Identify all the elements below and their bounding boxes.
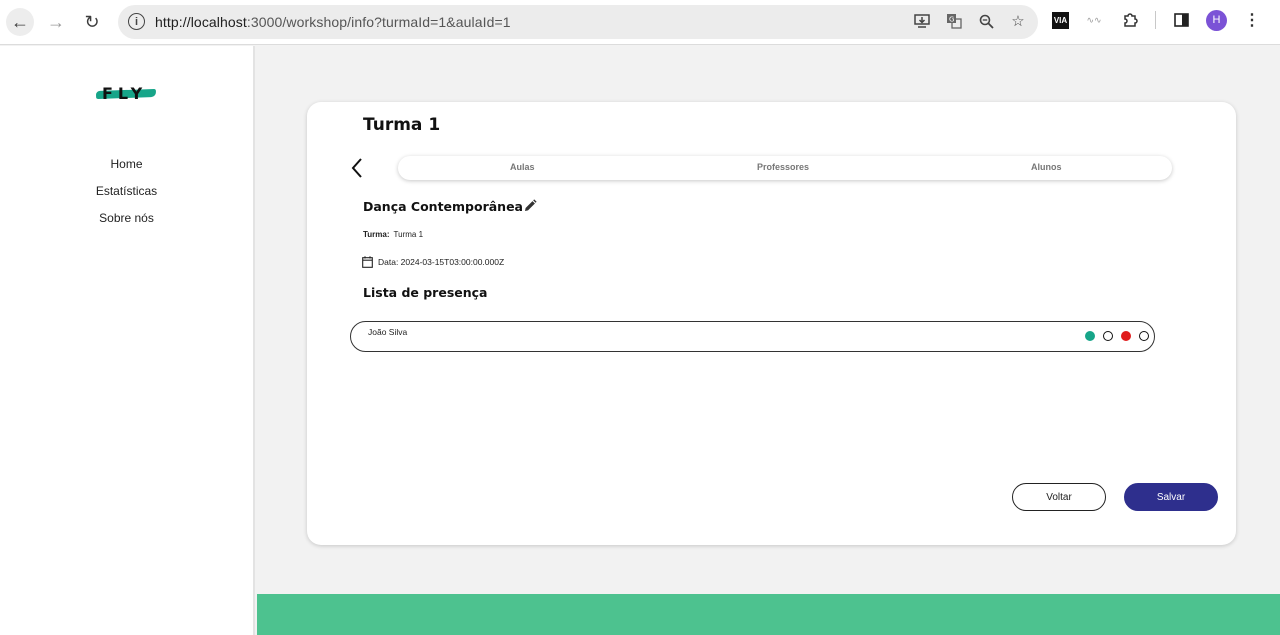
class-info-card: Turma 1 Aulas Professores Alunos Dança C… [307,102,1236,545]
student-name: João Silva [368,327,408,337]
profile-avatar[interactable]: H [1206,9,1227,31]
turma-value: Turma 1 [393,230,424,239]
status-radio[interactable] [1103,331,1113,341]
url-text[interactable]: http://localhost:3000/workshop/info?turm… [155,14,511,30]
toolbar-divider [1155,11,1156,29]
kebab-menu-icon[interactable]: ⋮ [1241,9,1263,31]
class-name: Dança Contemporânea [363,199,523,214]
tab-professores[interactable]: Professores [757,162,809,172]
tab-alunos[interactable]: Alunos [1031,162,1062,172]
list-item: João Silva [350,321,1155,352]
translate-icon[interactable]: G [944,11,964,31]
svg-text:G: G [949,16,954,24]
save-button[interactable]: Salvar [1124,483,1218,511]
via-extension-icon[interactable]: VIA [1052,11,1069,29]
date-text: Data: 2024-03-15T03:00:00.000Z [378,257,505,267]
install-app-icon[interactable] [912,11,932,31]
puzzle-extensions-icon[interactable] [1119,9,1141,31]
footer-band [257,594,1280,635]
present-radio[interactable] [1085,331,1095,341]
status-radio[interactable] [1139,331,1149,341]
sidebar-item-about[interactable]: Sobre nós [0,210,253,237]
sidebar: FLY Home Estatísticas Sobre nós [0,46,255,635]
absent-radio[interactable] [1121,331,1131,341]
bookmark-star-icon[interactable]: ☆ [1008,11,1028,31]
attendance-options [1085,331,1149,341]
zoom-icon[interactable] [976,11,996,31]
reload-icon[interactable]: ↻ [78,8,106,36]
tab-bar: Aulas Professores Alunos [398,156,1172,180]
address-bar[interactable]: i http://localhost:3000/workshop/info?tu… [118,5,1038,39]
calendar-icon [362,256,373,268]
extension-icon[interactable]: ∿∿ [1083,9,1105,31]
page-title: Turma 1 [363,115,441,135]
pencil-edit-icon[interactable] [523,199,537,213]
side-panel-icon[interactable] [1170,9,1192,31]
chevron-left-icon[interactable] [347,156,367,180]
back-arrow-icon[interactable]: ← [6,8,34,36]
logo-text: FLY [102,84,148,103]
date-info: Data: 2024-03-15T03:00:00.000Z [362,256,504,268]
tab-aulas[interactable]: Aulas [510,162,535,172]
sidebar-item-statistics[interactable]: Estatísticas [0,183,253,210]
turma-info: Turma: Turma 1 [363,230,423,239]
turma-label: Turma: [363,230,390,239]
sidebar-menu: Home Estatísticas Sobre nós [0,156,253,237]
forward-arrow-icon[interactable]: → [42,8,70,36]
sidebar-item-home[interactable]: Home [0,156,253,183]
attendance-list-title: Lista de presença [363,285,488,300]
fly-logo[interactable]: FLY [95,84,158,104]
back-button[interactable]: Voltar [1012,483,1106,511]
browser-toolbar: ← → ↻ i http://localhost:3000/workshop/i… [0,0,1280,45]
site-info-icon[interactable]: i [128,13,145,30]
